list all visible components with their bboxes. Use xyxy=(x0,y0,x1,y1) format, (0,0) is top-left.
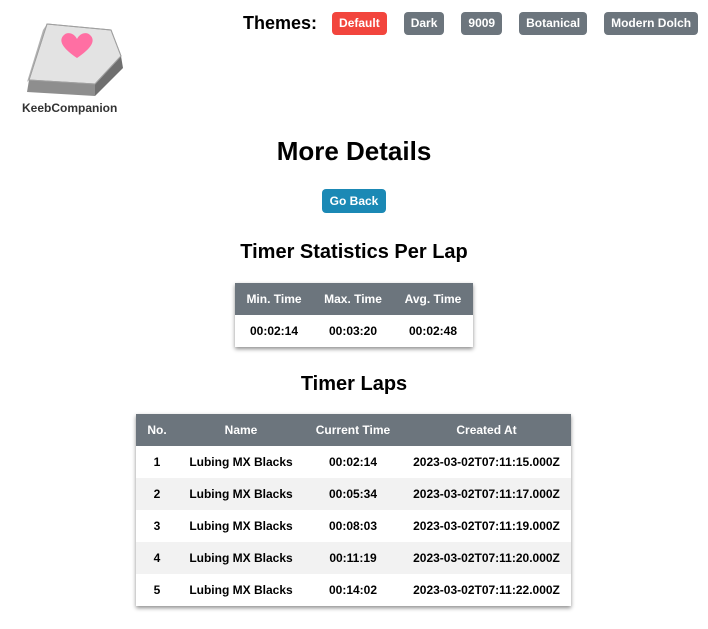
min-time-cell: 00:02:14 xyxy=(249,324,299,338)
lap-name-cell: Lubing MX Blacks xyxy=(189,519,293,533)
laps-section-title: Timer Laps xyxy=(300,373,408,395)
avg-time-cell: 00:02:48 xyxy=(408,324,458,338)
lap-name-cell: Lubing MX Blacks xyxy=(178,542,304,574)
timer-stats-table: Min. Time Max. Time Avg. Time 00:02:14 0… xyxy=(235,283,473,347)
column-header: Current Time xyxy=(304,414,402,446)
table-header-row: Min. Time Max. Time Avg. Time xyxy=(235,283,473,315)
table-row: 3 Lubing MX Blacks 00:08:03 2023-03-02T0… xyxy=(136,510,571,542)
lap-time-cell: 00:08:03 xyxy=(328,519,378,533)
logo[interactable]: KeebCompanion xyxy=(22,22,128,115)
lap-number-cell: 5 xyxy=(153,583,161,597)
lap-time-cell: 00:05:34 xyxy=(304,478,402,510)
go-back-button[interactable]: Go Back xyxy=(321,189,387,213)
page-title: More Details xyxy=(276,136,432,166)
themes-label: Themes: xyxy=(243,13,318,33)
lap-created-cell: 2023-03-02T07:11:22.000Z xyxy=(413,583,560,597)
lap-created-cell: 2023-03-02T07:11:19.000Z xyxy=(413,519,560,533)
lap-time-cell: 00:02:14 xyxy=(328,455,378,469)
lap-number-cell: 3 xyxy=(153,519,161,533)
timer-laps-table: No. Name Current Time Created At 1 Lubin… xyxy=(136,414,571,606)
column-header: Min. Time xyxy=(235,283,313,315)
lap-time-cell: 00:11:19 xyxy=(304,542,402,574)
lap-created-cell: 2023-03-02T07:11:20.000Z xyxy=(402,542,571,574)
lap-number-cell: 2 xyxy=(136,478,178,510)
table-header-row: No. Name Current Time Created At xyxy=(136,414,571,446)
theme-9009-button[interactable]: 9009 xyxy=(461,12,503,35)
theme-dark-button[interactable]: Dark xyxy=(403,12,445,35)
table-row: 1 Lubing MX Blacks 00:02:14 2023-03-02T0… xyxy=(136,446,571,478)
table-row: 2 Lubing MX Blacks 00:05:34 2023-03-02T0… xyxy=(136,478,571,510)
theme-botanical-button[interactable]: Botanical xyxy=(519,12,588,35)
theme-default-button[interactable]: Default xyxy=(332,12,387,35)
theme-switcher: Themes: Default Dark 9009 Botanical Mode… xyxy=(243,12,699,35)
lap-time-cell: 00:14:02 xyxy=(328,583,378,597)
lap-name-cell: Lubing MX Blacks xyxy=(189,583,293,597)
table-row: 5 Lubing MX Blacks 00:14:02 2023-03-02T0… xyxy=(136,574,571,606)
max-time-cell: 00:03:20 xyxy=(328,324,378,338)
table-row: 4 Lubing MX Blacks 00:11:19 2023-03-02T0… xyxy=(136,542,571,574)
column-header: Max. Time xyxy=(313,283,393,315)
lap-name-cell: Lubing MX Blacks xyxy=(189,455,293,469)
column-header: Avg. Time xyxy=(393,283,473,315)
lap-number-cell: 4 xyxy=(136,542,178,574)
column-header: Name xyxy=(178,414,304,446)
keycap-heart-icon xyxy=(27,23,123,96)
lap-created-cell: 2023-03-02T07:11:17.000Z xyxy=(402,478,571,510)
lap-name-cell: Lubing MX Blacks xyxy=(178,478,304,510)
stats-section-title: Timer Statistics Per Lap xyxy=(240,241,468,263)
lap-created-cell: 2023-03-02T07:11:15.000Z xyxy=(413,455,560,469)
column-header: No. xyxy=(136,414,178,446)
theme-modern-dolch-button[interactable]: Modern Dolch xyxy=(604,12,699,35)
brand-name: KeebCompanion xyxy=(22,101,118,115)
lap-number-cell: 1 xyxy=(153,455,161,469)
column-header: Created At xyxy=(402,414,571,446)
table-row: 00:02:14 00:03:20 00:02:48 xyxy=(235,315,473,347)
